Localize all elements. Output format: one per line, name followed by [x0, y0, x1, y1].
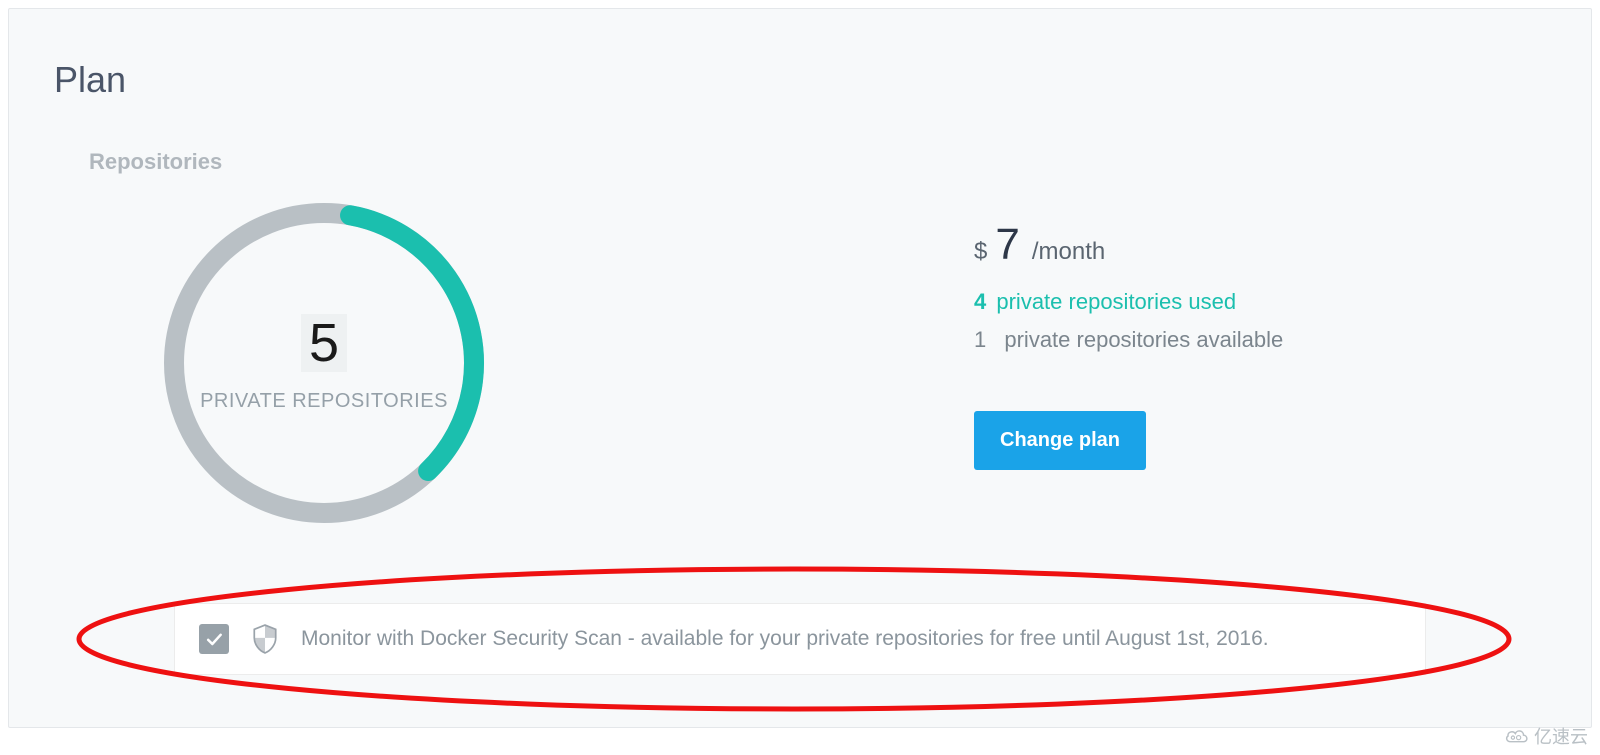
repos-used-line: 4 private repositories used	[974, 289, 1283, 315]
shield-icon	[251, 625, 279, 653]
repos-donut-chart: 5 PRIVATE REPOSITORIES	[154, 193, 494, 533]
checkmark-icon	[204, 629, 224, 649]
security-scan-checkbox[interactable]	[199, 624, 229, 654]
repos-available-text: private repositories available	[1004, 327, 1283, 352]
plan-details: $ 7 /month 4 private repositories used 1…	[974, 193, 1283, 470]
page-title: Plan	[54, 59, 1546, 101]
plan-panel: Plan Repositories 5 PRIVATE REPOSITORIES…	[8, 8, 1592, 728]
donut-center: 5 PRIVATE REPOSITORIES	[200, 314, 448, 413]
watermark-text: 亿速云	[1534, 723, 1588, 749]
repos-available-count: 1	[974, 327, 986, 352]
price-amount: 7	[995, 223, 1019, 267]
repos-available-line: 1 private repositories available	[974, 327, 1283, 353]
price-period: /month	[1032, 238, 1105, 266]
cloud-icon	[1504, 726, 1530, 746]
donut-total: 5	[301, 314, 347, 372]
repositories-label: Repositories	[89, 149, 1546, 175]
watermark: 亿速云	[1504, 723, 1588, 749]
donut-label: PRIVATE REPOSITORIES	[200, 390, 448, 413]
plan-content-row: 5 PRIVATE REPOSITORIES $ 7 /month 4 priv…	[154, 193, 1546, 533]
repos-used-count: 4	[974, 289, 986, 314]
change-plan-button[interactable]: Change plan	[974, 411, 1146, 470]
security-scan-text: Monitor with Docker Security Scan - avai…	[301, 624, 1269, 653]
repos-used-text: private repositories used	[996, 289, 1236, 314]
security-scan-row: Monitor with Docker Security Scan - avai…	[174, 603, 1426, 675]
price-currency: $	[974, 238, 987, 266]
price-line: $ 7 /month	[974, 223, 1283, 267]
